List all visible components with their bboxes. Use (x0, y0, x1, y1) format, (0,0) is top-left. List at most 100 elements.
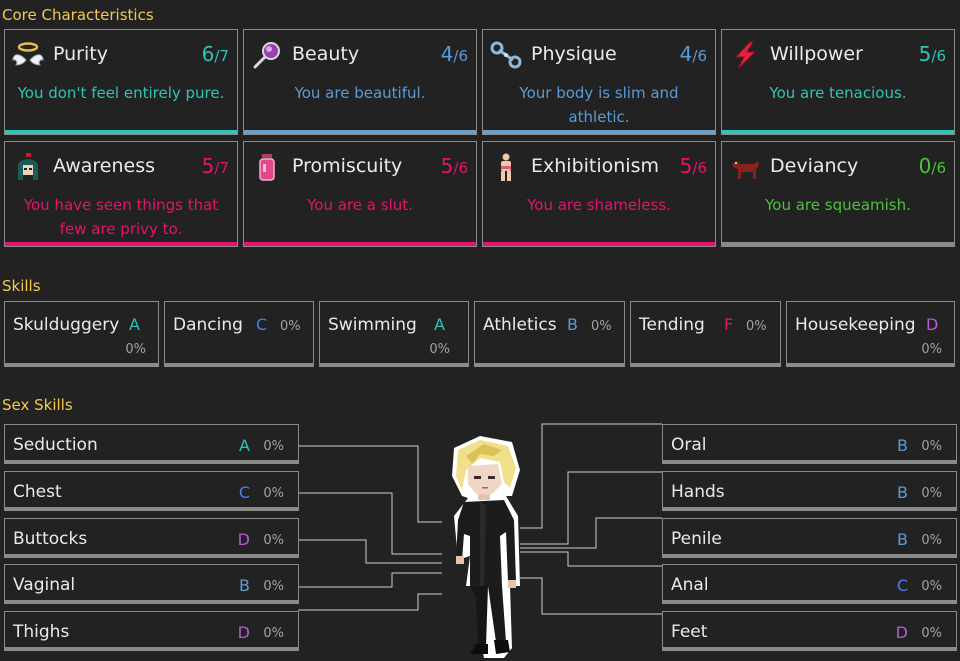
sex-skill-percent: 0% (263, 439, 284, 454)
core-card-awareness[interactable]: Awareness 5/7 You have seen things that … (4, 141, 238, 247)
sex-skill-name: Penile (671, 529, 722, 549)
sex-skill-percent: 0% (921, 533, 942, 548)
sex-skill-penile[interactable]: Penile B 0% (662, 518, 957, 558)
sex-skill-seduction[interactable]: Seduction A 0% (4, 424, 299, 464)
sex-skill-percent: 0% (921, 486, 942, 501)
core-characteristics-heading: Core Characteristics (2, 6, 154, 24)
skill-card-housekeeping[interactable]: Housekeeping D 0% (786, 301, 955, 367)
core-name: Purity (53, 43, 108, 65)
sex-skill-bar (5, 460, 298, 463)
skill-card-dancing[interactable]: Dancing C 0% (164, 301, 314, 367)
skill-percent: 0% (429, 342, 450, 357)
sex-skill-name: Buttocks (13, 529, 88, 549)
skill-card-tending[interactable]: Tending F 0% (630, 301, 781, 367)
figure-icon (501, 153, 511, 181)
core-name: Awareness (53, 155, 156, 177)
sex-skill-percent: 0% (921, 579, 942, 594)
core-description: You are shameless. (527, 196, 671, 214)
sex-skill-bar (5, 507, 298, 510)
core-card-promiscuity[interactable]: Promiscuity 5/6 You are a slut. (243, 141, 477, 247)
sex-skill-grade: B (897, 530, 908, 549)
sex-skill-percent: 0% (263, 579, 284, 594)
skill-name: Tending (639, 315, 705, 335)
skill-percent: 0% (591, 319, 612, 334)
sex-skill-chest[interactable]: Chest C 0% (4, 471, 299, 511)
core-score: 4/6 (440, 42, 468, 66)
skill-grade: D (926, 315, 939, 334)
sex-skill-grade: A (239, 436, 250, 455)
sex-skill-grade: B (239, 576, 250, 595)
sex-skill-name: Vaginal (13, 575, 76, 595)
sex-skill-grade: B (897, 483, 908, 502)
skill-card-athletics[interactable]: Athletics B 0% (474, 301, 625, 367)
core-card-physique[interactable]: Physique 4/6 Your body is slim and athle… (482, 29, 716, 135)
core-score: 5/6 (679, 154, 707, 178)
core-description: You are tenacious. (769, 84, 907, 102)
core-name: Physique (531, 43, 617, 65)
sex-skills-heading: Sex Skills (2, 396, 73, 414)
skill-name: Athletics (483, 315, 557, 335)
skill-card-swimming[interactable]: Swimming A 0% (319, 301, 469, 367)
core-name: Beauty (292, 43, 360, 65)
sex-skill-vaginal[interactable]: Vaginal B 0% (4, 564, 299, 604)
skill-bar (631, 363, 780, 366)
sex-skill-feet[interactable]: Feet D 0% (662, 611, 957, 651)
sex-skill-grade: B (897, 436, 908, 455)
core-score: 5/7 (201, 154, 229, 178)
core-card-willpower[interactable]: Willpower 5/6 You are tenacious. (721, 29, 955, 135)
skill-percent: 0% (746, 319, 767, 334)
sex-skill-oral[interactable]: Oral B 0% (662, 424, 957, 464)
skill-card-skulduggery[interactable]: Skulduggery A 0% (4, 301, 159, 367)
core-name: Exhibitionism (531, 155, 659, 177)
sex-skill-percent: 0% (263, 486, 284, 501)
skill-grade: C (256, 315, 268, 334)
girl-portrait-icon (18, 153, 38, 180)
skill-grade: B (567, 315, 578, 334)
sex-skill-percent: 0% (263, 626, 284, 641)
core-card-deviancy[interactable]: Deviancy 0/6 You are squeamish. (721, 141, 955, 247)
core-bar (483, 242, 715, 246)
sex-skill-bar (5, 647, 298, 650)
core-bar (244, 242, 476, 246)
core-card-purity[interactable]: Purity 6/7 You don't feel entirely pure. (4, 29, 238, 135)
skill-bar (320, 363, 468, 366)
sex-skill-anal[interactable]: Anal C 0% (662, 564, 957, 604)
core-score: 5/6 (440, 154, 468, 178)
core-card-exhibitionism[interactable]: Exhibitionism 5/6 You are shameless. (482, 141, 716, 247)
skills-heading: Skills (2, 277, 41, 295)
core-bar (5, 130, 237, 134)
core-description: You don't feel entirely pure. (17, 84, 225, 102)
sex-skill-name: Oral (671, 435, 707, 455)
dumbbell-icon (490, 41, 522, 69)
core-card-beauty[interactable]: Beauty 4/6 You are beautiful. (243, 29, 477, 135)
skill-grade: F (724, 315, 734, 334)
sex-skill-percent: 0% (921, 626, 942, 641)
skill-percent: 0% (280, 319, 301, 334)
hand-mirror-icon (253, 42, 280, 69)
core-bar (722, 130, 954, 134)
sex-skill-grade: D (895, 623, 908, 642)
core-score: 0/6 (918, 154, 946, 178)
sex-skill-bar (663, 554, 956, 557)
sex-skill-name: Anal (671, 575, 709, 595)
halo-wings-icon (12, 42, 44, 66)
skill-percent: 0% (921, 342, 942, 357)
sex-skill-bar (663, 647, 956, 650)
sex-skill-hands[interactable]: Hands B 0% (662, 471, 957, 511)
sex-skill-buttocks[interactable]: Buttocks D 0% (4, 518, 299, 558)
skill-grade: A (434, 315, 445, 334)
core-description: You are a slut. (307, 196, 413, 214)
sex-skill-bar (663, 600, 956, 603)
lightning-bolt-icon (734, 41, 757, 70)
core-score: 4/6 (679, 42, 707, 66)
sex-skill-grade: D (237, 530, 250, 549)
skill-name: Skulduggery (13, 315, 120, 335)
sex-skill-bar (5, 554, 298, 557)
sex-skill-bar (663, 507, 956, 510)
core-bar (244, 130, 476, 134)
skill-grade: A (129, 315, 140, 334)
skill-name: Dancing (173, 315, 243, 335)
skill-bar (787, 363, 954, 366)
sex-skill-thighs[interactable]: Thighs D 0% (4, 611, 299, 651)
sex-skill-grade: D (237, 623, 250, 642)
